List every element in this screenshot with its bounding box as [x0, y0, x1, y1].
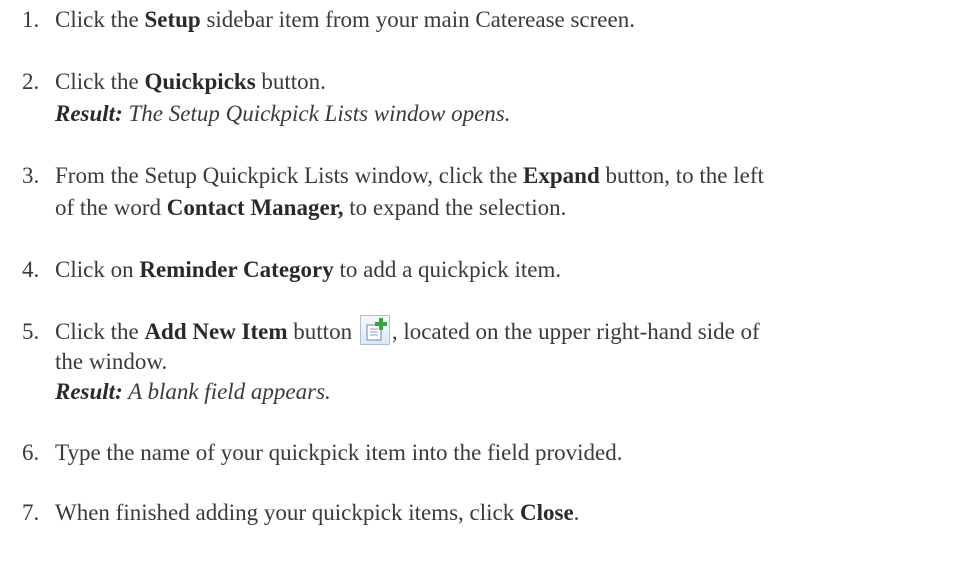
add-new-item-icon: [359, 315, 390, 345]
step-2-result: Result: The Setup Quickpick Lists window…: [55, 101, 511, 126]
instruction-steps: 1. Click the Setup sidebar item from your…: [0, 0, 975, 561]
step-number: 3.: [22, 163, 40, 188]
step-4: 4. Click on Reminder Category to add a qu…: [22, 255, 561, 285]
setup-term: Setup: [144, 7, 201, 32]
step-number: 7.: [22, 500, 40, 525]
step-number: 6.: [22, 440, 40, 465]
result-label: Result:: [55, 101, 123, 126]
step-number: 2.: [22, 69, 40, 94]
step-number: 5.: [22, 319, 40, 344]
step-3-line-2: of the word Contact Manager, to expand t…: [55, 195, 567, 220]
contact-manager-term: Contact Manager,: [166, 195, 344, 220]
step-3: 3. From the Setup Quickpick Lists window,…: [22, 161, 764, 191]
step-5-line-2: the window.: [55, 349, 168, 374]
step-6: 6. Type the name of your quickpick item i…: [22, 438, 623, 468]
result-label: Result:: [55, 379, 123, 404]
reminder-category-term: Reminder Category: [139, 257, 334, 282]
quickpicks-term: Quickpicks: [144, 69, 256, 94]
expand-term: Expand: [523, 163, 600, 188]
step-number: 4.: [22, 257, 40, 282]
add-new-item-term: Add New Item: [144, 319, 288, 344]
step-5-result: Result: A blank field appears.: [55, 379, 331, 404]
step-number: 1.: [22, 7, 40, 32]
step-1: 1. Click the Setup sidebar item from your…: [22, 5, 635, 35]
close-term: Close: [520, 500, 574, 525]
step-5: 5. Click the Add New Item button , locate…: [22, 315, 760, 347]
step-7: 7. When finished adding your quickpick it…: [22, 498, 579, 528]
step-2: 2. Click the Quickpicks button.: [22, 67, 326, 97]
